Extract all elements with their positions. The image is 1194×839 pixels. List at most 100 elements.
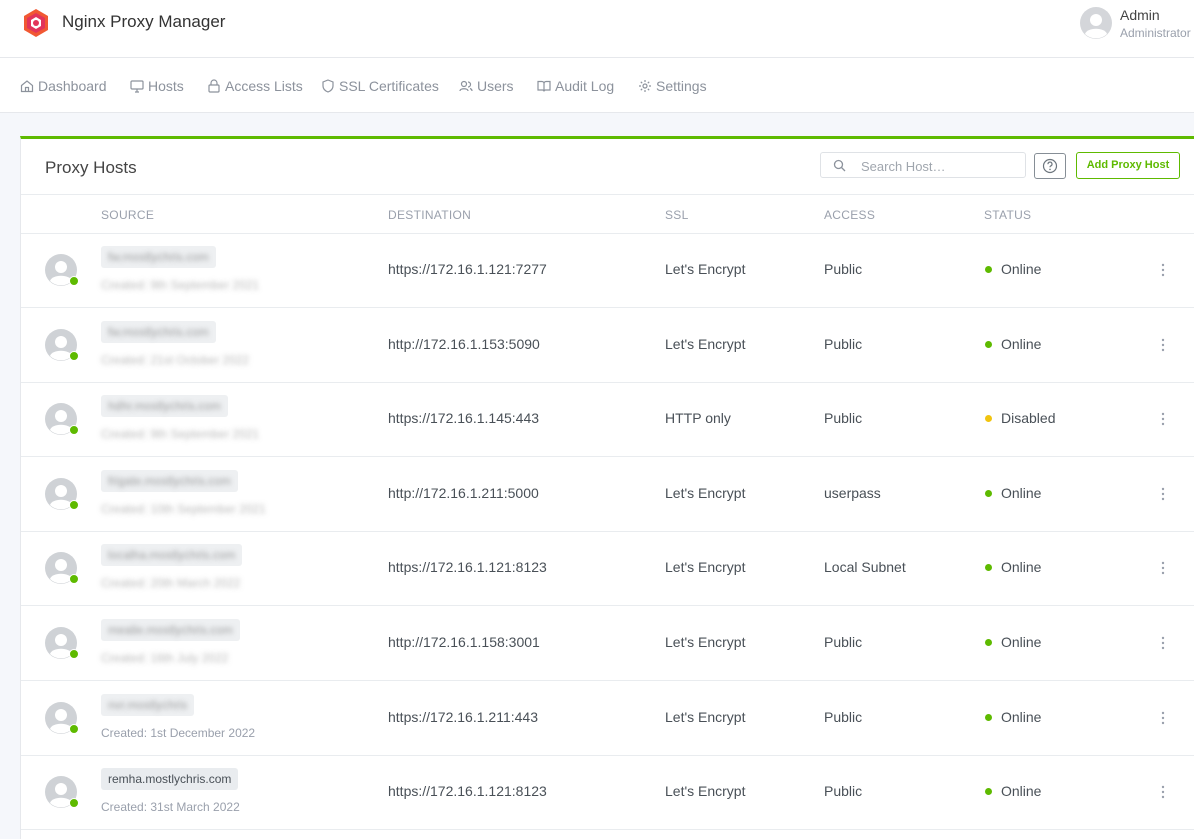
nginx-proxy-manager-logo[interactable] [22,8,50,38]
column-header-source[interactable]: SOURCE [101,208,154,222]
nav-users[interactable]: Users [459,76,514,96]
online-indicator [69,276,79,286]
nav-label: Settings [656,78,707,94]
shield-icon [322,79,334,93]
nav-label: Audit Log [555,78,615,94]
main-nav: Dashboard Hosts Access Lists SSL Certifi… [0,58,1194,113]
access-cell: Public [824,783,863,799]
ssl-cell: Let's Encrypt [665,783,746,799]
table-row[interactable]: frigate.mostlychris.com Created: 10th Se… [21,457,1194,532]
ssl-cell: Let's Encrypt [665,261,746,277]
question-icon [1042,158,1058,174]
nav-audit-log[interactable]: Audit Log [537,76,614,96]
table-row[interactable]: mealie.mostlychris.com Created: 16th Jul… [21,606,1194,681]
book-icon [537,80,551,92]
user-avatar[interactable] [1080,7,1112,39]
row-menu-icon[interactable] [1161,636,1165,650]
online-indicator [69,500,79,510]
lock-icon [208,79,220,93]
table-row[interactable]: nvr.mostlychris Created: 1st December 20… [21,681,1194,756]
host-avatar [45,329,79,361]
status-dot [985,564,992,571]
add-proxy-host-button[interactable]: Add Proxy Host [1076,152,1180,179]
column-header-status[interactable]: STATUS [984,208,1031,222]
row-menu-icon[interactable] [1161,412,1165,426]
status-dot [985,490,992,497]
created-date: Created: 9th September 2021 [101,427,260,441]
source-domain-badge[interactable]: fw.mostlychris.com [101,246,216,268]
access-cell: Public [824,709,863,725]
source-domain-badge[interactable]: frigate.mostlychris.com [101,470,238,492]
nav-dashboard[interactable]: Dashboard [20,76,107,96]
host-avatar [45,403,79,435]
nav-ssl-certificates[interactable]: SSL Certificates [321,76,439,96]
created-date: Created: 9th September 2021 [101,278,260,292]
monitor-icon [130,80,144,93]
row-menu-icon[interactable] [1161,263,1165,277]
destination-cell: http://172.16.1.211:5000 [388,485,539,501]
nav-access-lists[interactable]: Access Lists [207,76,303,96]
host-avatar [45,627,79,659]
source-domain-badge[interactable]: hdhr.mostlychris.com [101,395,228,417]
ssl-cell: Let's Encrypt [665,485,746,501]
destination-cell: https://172.16.1.121:7277 [388,261,547,277]
card-title: Proxy Hosts [45,158,137,177]
status-cell: Disabled [1001,410,1056,426]
access-cell: Public [824,336,863,352]
table-row[interactable]: fw.mostlychris.com Created: 9th Septembe… [21,233,1194,308]
created-date: Created: 20th March 2022 [101,576,241,590]
nav-hosts[interactable]: Hosts [130,76,184,96]
row-menu-icon[interactable] [1161,711,1165,725]
status-cell: Online [1001,709,1042,725]
access-cell: Public [824,634,863,650]
nav-label: Access Lists [225,78,303,94]
status-cell: Online [1001,783,1042,799]
status-dot [985,341,992,348]
proxy-hosts-card: Proxy Hosts Add Proxy Host SOURCE DESTIN… [20,136,1194,839]
table-row[interactable]: hdhr.mostlychris.com Created: 9th Septem… [21,382,1194,457]
nav-label: Hosts [148,78,184,94]
status-cell: Online [1001,336,1042,352]
ssl-cell: Let's Encrypt [665,336,746,352]
table-row[interactable]: fw.mostlychris.com Created: 21st October… [21,308,1194,383]
access-cell: userpass [824,485,881,501]
source-domain-badge[interactable]: nvr.mostlychris [101,694,195,716]
source-domain-badge[interactable]: remha.mostlychris.com [101,768,239,790]
access-cell: Local Subnet [824,559,906,575]
nav-label: Users [477,78,514,94]
user-name[interactable]: Admin [1120,7,1160,23]
created-date: Created: 31st March 2022 [101,800,240,814]
nav-settings[interactable]: Settings [638,76,707,96]
row-menu-icon[interactable] [1161,785,1165,799]
destination-cell: https://172.16.1.121:8123 [388,559,547,575]
host-avatar [45,552,79,584]
column-header-destination[interactable]: DESTINATION [388,208,471,222]
home-icon [20,80,34,93]
destination-cell: https://172.16.1.211:443 [388,709,538,725]
nav-label: Dashboard [38,78,107,94]
source-domain-badge[interactable]: fw.mostlychris.com [101,321,216,343]
source-domain-badge[interactable]: mealie.mostlychris.com [101,619,240,641]
column-header-ssl[interactable]: SSL [665,208,689,222]
table-row[interactable]: remha.mostlychris.com Created: 31st Marc… [21,755,1194,830]
table-row[interactable]: localha.mostlychris.com Created: 20th Ma… [21,531,1194,606]
status-dot [985,639,992,646]
help-button[interactable] [1034,153,1066,179]
gear-icon [639,80,651,92]
status-cell: Online [1001,559,1042,575]
row-menu-icon[interactable] [1161,487,1165,501]
created-date: Created: 16th July 2022 [101,651,229,665]
online-indicator [69,798,79,808]
users-icon [459,80,473,92]
access-cell: Public [824,261,863,277]
created-date: Created: 1st December 2022 [101,726,256,740]
row-menu-icon[interactable] [1161,561,1165,575]
status-cell: Online [1001,261,1042,277]
row-menu-icon[interactable] [1161,338,1165,352]
source-domain-badge[interactable]: localha.mostlychris.com [101,544,243,566]
top-bar: Nginx Proxy Manager Admin Administrator [0,0,1194,58]
online-indicator [69,351,79,361]
search-input[interactable] [859,156,1023,176]
column-header-access[interactable]: ACCESS [824,208,875,222]
status-cell: Online [1001,634,1042,650]
